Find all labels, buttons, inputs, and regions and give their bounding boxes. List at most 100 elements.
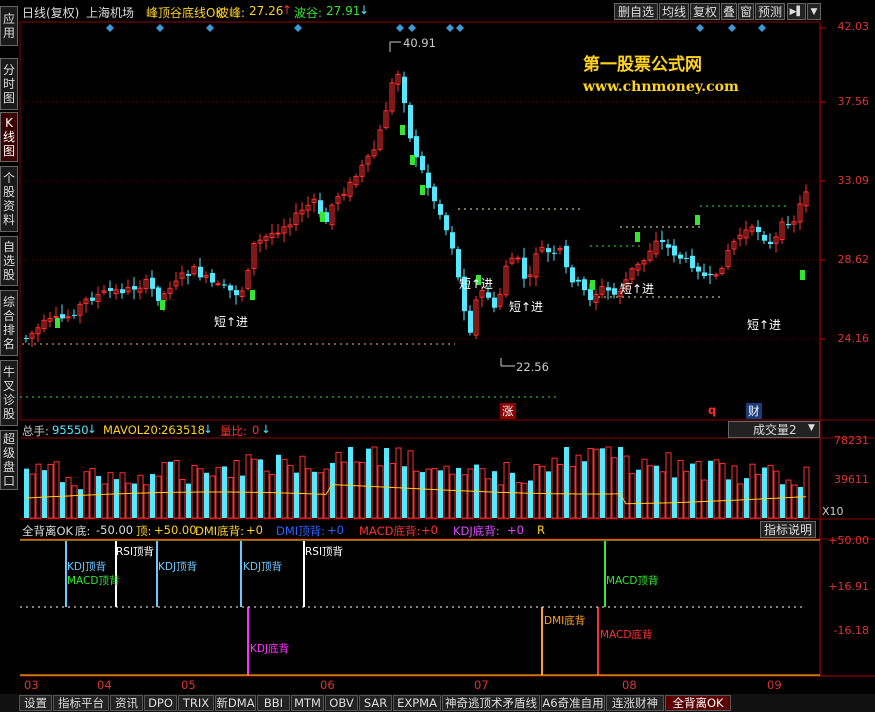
tab-0[interactable]: 设置 <box>19 695 52 711</box>
tab-10[interactable]: EXPMA <box>393 695 441 711</box>
volume-bar <box>107 472 114 519</box>
candle-body <box>690 255 695 269</box>
tab-11[interactable]: 神奇逃顶术矛盾线 <box>442 695 540 711</box>
volume-bar <box>497 484 504 519</box>
candle-body <box>678 254 683 259</box>
tab-6[interactable]: BBI <box>257 695 290 711</box>
candle-body <box>666 244 671 248</box>
volume-bar <box>161 462 168 519</box>
kdj-bottom-label: KDJ底背: <box>453 524 500 538</box>
volume-bar <box>173 459 180 519</box>
volume-bar <box>539 465 546 519</box>
top-label: 顶: <box>136 524 152 538</box>
tab-8[interactable]: OBV <box>325 695 358 711</box>
price-tick-label: 37.56 <box>837 95 870 108</box>
top-markers <box>106 24 766 32</box>
signal-label: 短↑进 <box>747 318 782 332</box>
volume-bar <box>35 463 42 519</box>
volume-bar <box>407 450 414 519</box>
volume-bar <box>125 482 132 519</box>
watermark-url: www.chnmoney.com <box>583 79 739 95</box>
liangbi-value: 0 <box>252 423 260 437</box>
top-marker-diamond <box>456 24 464 32</box>
volume-bar <box>593 448 600 519</box>
indicator-title: 全背离OK <box>22 524 74 538</box>
volume-bar <box>773 470 780 519</box>
volume-bar <box>713 459 720 519</box>
candle-body <box>156 287 161 301</box>
candle-body <box>456 249 461 278</box>
volume-bar <box>348 447 353 518</box>
price-tick-label: 28.62 <box>837 253 870 266</box>
volume-bar <box>744 478 749 518</box>
volume-header: 总手: 95550 ↓ MAVOL20: 263518 ↓ 量比: 0 ↓ 成交… <box>20 421 875 438</box>
tab-9[interactable]: SAR <box>359 695 392 711</box>
indicator-tick-label: +50.00 <box>828 534 869 547</box>
top-marker-diamond <box>728 24 736 32</box>
tab-14[interactable]: 全背离OK <box>665 695 731 711</box>
date-tick-label: 03 <box>24 678 39 692</box>
volume-bar <box>731 465 738 519</box>
tab-2[interactable]: 资讯 <box>110 695 143 711</box>
volume-unit: X10 <box>822 505 844 518</box>
volume-bar <box>749 463 756 519</box>
volume-bar <box>341 461 348 519</box>
candle-body <box>215 283 221 286</box>
volume-bar <box>485 478 492 519</box>
bottom-value: -50.00 <box>96 523 134 537</box>
tab-5[interactable]: 新DMA <box>215 695 256 711</box>
candle-body <box>450 232 455 249</box>
date-axis: 03 04 05 06 07 08 09 <box>0 677 875 694</box>
indicator-help-button[interactable]: 指标说明 <box>760 521 816 538</box>
volume-bar <box>413 470 420 519</box>
volume-bar <box>96 475 101 518</box>
volume-bar <box>461 474 468 519</box>
volume-bar <box>600 448 605 518</box>
kdj-top-label: KDJ顶背 <box>243 561 283 573</box>
candle-body <box>606 287 611 291</box>
volume-bar <box>245 454 252 519</box>
volume-bar <box>803 466 810 519</box>
tab-13[interactable]: 连涨财神 <box>606 695 664 711</box>
candle-body <box>234 290 239 296</box>
signal-label: 短↑进 <box>620 282 655 296</box>
candle-body <box>408 104 413 139</box>
volume-bar <box>395 447 402 519</box>
kdj-top-label: KDJ顶背 <box>158 561 198 573</box>
tab-4[interactable]: TRIX <box>178 695 214 711</box>
volume-tick-label: 39611 <box>834 473 869 486</box>
macd-top-label: MACD顶背 <box>67 575 120 587</box>
down-arrow-icon: ↓ <box>261 422 271 436</box>
volume-indicator-select[interactable]: 成交量2 <box>728 421 820 438</box>
tab-1[interactable]: 指标平台 <box>53 695 109 711</box>
rsi-top-label: RSI顶背 <box>116 546 155 558</box>
volume-bar <box>654 465 659 518</box>
candle-body <box>72 314 77 316</box>
top-marker-diamond <box>408 24 416 32</box>
volume-bar <box>389 463 396 519</box>
tab-12[interactable]: A6奇准自用 <box>541 695 605 711</box>
volume-bar <box>42 470 47 518</box>
tab-7[interactable]: MTM <box>291 695 324 711</box>
support-lines <box>20 205 790 398</box>
candle-body <box>402 76 407 104</box>
candle-body <box>468 310 473 333</box>
chevron-down-icon[interactable]: ▼ <box>808 423 815 433</box>
volume-bar <box>204 472 209 518</box>
volume-bar <box>737 483 744 519</box>
volume-bar <box>101 483 108 519</box>
tab-3[interactable]: DPO <box>144 695 177 711</box>
candle-body-flat <box>635 232 640 242</box>
candle-body <box>762 234 767 241</box>
candle-body <box>24 337 29 339</box>
volume-bar <box>366 448 371 518</box>
macd-bottom-label: MACD底背: <box>359 524 421 538</box>
high-price-label: 40.91 <box>403 36 436 50</box>
volume-bar <box>582 461 587 518</box>
rsi-top-label: RSI顶背 <box>305 546 344 558</box>
volume-bar <box>503 462 510 519</box>
volume-bar <box>683 470 690 519</box>
volume-bar <box>726 479 731 518</box>
candle-body <box>432 186 437 202</box>
volume-bar <box>71 485 78 519</box>
